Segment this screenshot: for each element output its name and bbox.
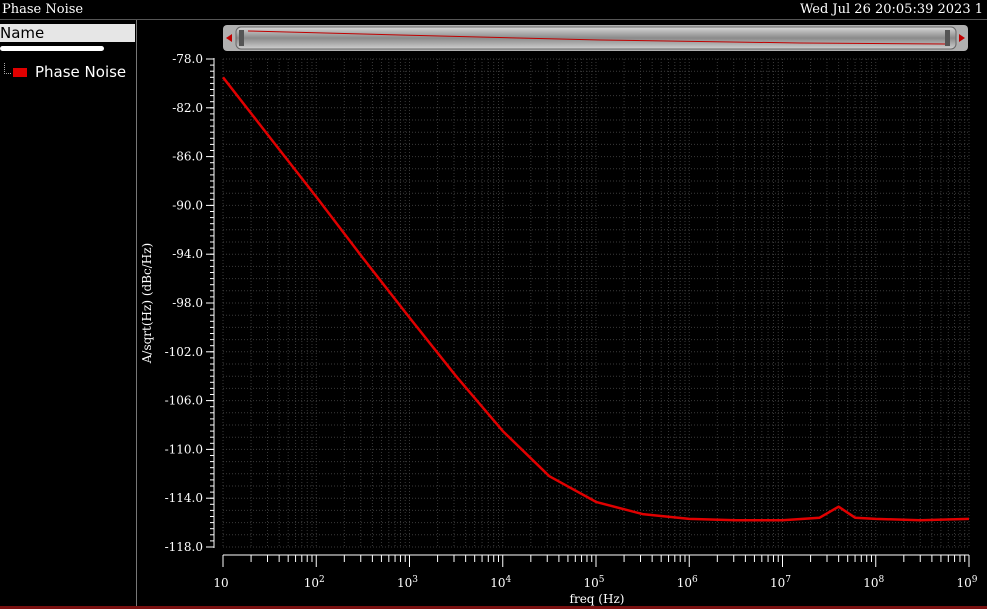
x-axis-label: freq (Hz) (570, 592, 625, 606)
x-tick-label: 103 (397, 575, 418, 590)
scroll-handle-right[interactable] (945, 30, 950, 46)
overview-scrollbar[interactable] (223, 25, 968, 51)
x-tick-label: 108 (863, 575, 884, 590)
y-tick-label: -114.0 (165, 491, 203, 505)
x-tick-label: 102 (304, 575, 325, 590)
x-tick-label: 107 (770, 575, 791, 590)
y-tick-label: -86.0 (172, 150, 203, 164)
y-tick-label: -90.0 (172, 198, 203, 212)
x-tick-label: 10 (213, 576, 228, 590)
y-axis-label: A/sqrt(Hz) (dBc/Hz) (140, 243, 154, 365)
y-tick-label: -118.0 (165, 540, 203, 554)
y-tick-label: -110.0 (165, 442, 203, 456)
grid (222, 58, 970, 548)
y-tick-label: -82.0 (172, 101, 203, 115)
y-tick-label: -106.0 (165, 394, 203, 408)
y-tick-label: -94.0 (172, 247, 203, 261)
x-tick-label: 106 (677, 575, 698, 590)
x-tick-label: 104 (490, 575, 511, 590)
scroll-handle-left[interactable] (239, 30, 244, 46)
y-tick-label: -98.0 (172, 296, 203, 310)
plot-area[interactable]: -78.0 -82.0 -86.0 -90.0 -94.0 -98.0 -102.0 -106… (0, 0, 987, 609)
x-tick-label: 105 (583, 575, 604, 590)
y-tick-label: -78.0 (172, 52, 203, 66)
y-tick-label: -102.0 (165, 345, 203, 359)
x-tick-label: 109 (956, 575, 977, 590)
